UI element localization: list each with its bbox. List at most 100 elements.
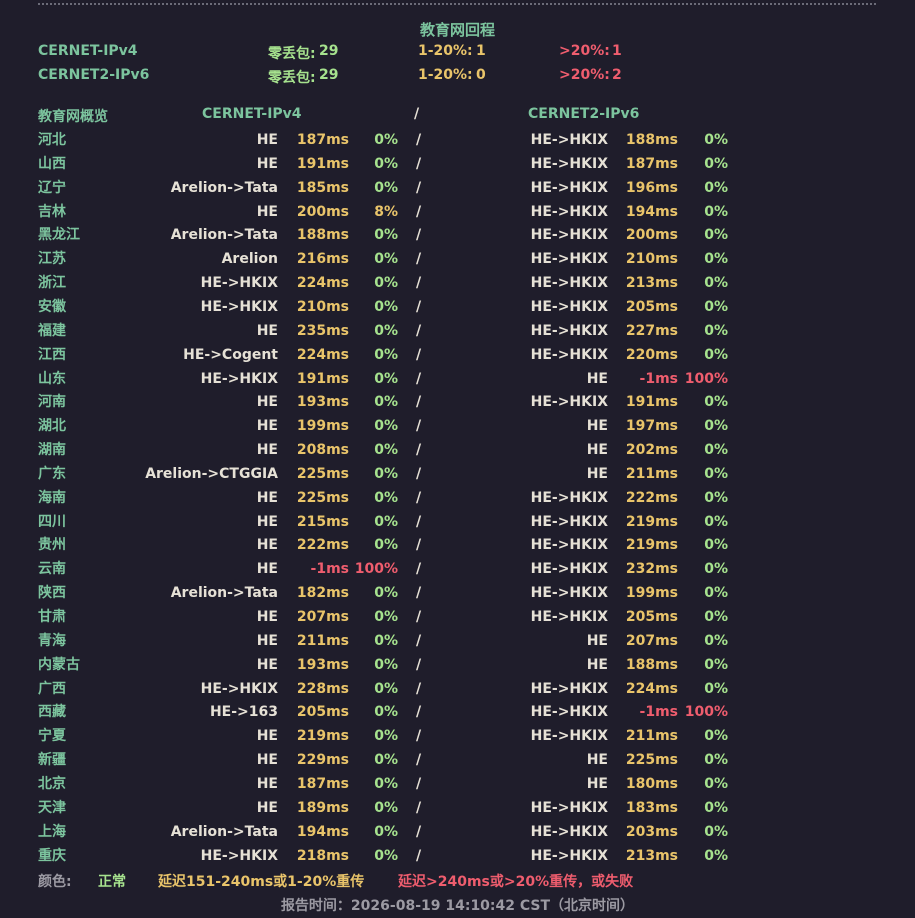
ipv6-latency: 232ms [625,561,678,578]
province-name: 陕西 [38,585,66,602]
row-separator: / [416,442,422,459]
ipv6-route: HE->HKIX [530,680,608,697]
table-header: 教育网概览 CERNET-IPv4 / CERNET2-IPv6 [0,106,915,126]
ipv6-latency: 187ms [625,155,678,172]
ipv6-latency: 225ms [625,752,678,769]
ipv6-loss: 0% [704,251,728,268]
ipv4-loss: 0% [374,513,398,530]
province-name: 辽宁 [38,179,66,196]
province-name: 河北 [38,132,66,148]
table-row: 陕西 Arelion->Tata 182ms 0% / HE->HKIX 199ms 0% [0,582,915,604]
ipv6-latency: 222ms [625,489,678,506]
table-row: 青海 HE 211ms 0% / HE 207ms 0% [0,630,915,652]
summary-name: CERNET-IPv4 [38,43,138,59]
table-row: 重庆 HE->HKIX 218ms 0% / HE->HKIX 213ms 0% [0,845,915,867]
province-name: 山西 [38,155,66,172]
ipv4-latency: -1ms [310,561,349,578]
province-name: 宁夏 [38,728,66,745]
ipv4-route: HE [256,775,278,792]
ipv6-loss: 0% [704,275,728,292]
ipv6-route: HE->HKIX [530,298,608,315]
table-row: 海南 HE 225ms 0% / HE->HKIX 222ms 0% [0,487,915,509]
ipv4-latency: 225ms [296,465,349,482]
ipv6-loss: 0% [704,418,728,435]
table-row: 黑龙江 Arelion->Tata 188ms 0% / HE->HKIX 200ms 0% [0,224,915,246]
ipv6-latency: 202ms [625,442,678,459]
ipv6-loss: 0% [704,680,728,697]
province-name: 云南 [38,561,66,578]
province-name: 黑龙江 [38,227,80,244]
row-separator: / [416,275,422,292]
ipv4-route: HE [256,203,278,220]
ipv6-latency: 211ms [625,465,678,482]
row-separator: / [416,346,422,363]
table-row: 湖南 HE 208ms 0% / HE 202ms 0% [0,439,915,461]
province-name: 福建 [38,322,66,339]
table-row: 安徽 HE->HKIX 210ms 0% / HE->HKIX 205ms 0% [0,296,915,318]
ipv4-route: Arelion->Tata [170,823,278,840]
ipv6-latency: 220ms [625,346,678,363]
ipv4-route: HE [256,442,278,459]
row-separator: / [416,752,422,769]
ipv6-loss: 0% [704,561,728,578]
ipv4-loss: 0% [374,847,398,864]
ipv6-route: HE->HKIX [530,251,608,268]
province-name: 安徽 [38,298,66,315]
ipv4-latency: 200ms [296,203,349,220]
ipv4-loss: 0% [374,370,398,387]
ipv4-latency: 224ms [296,275,349,292]
table-row: 江西 HE->Cogent 224ms 0% / HE->HKIX 220ms 0% [0,344,915,366]
ipv4-loss: 0% [374,322,398,339]
row-separator: / [416,418,422,435]
ipv6-route: HE->HKIX [530,728,608,745]
province-name: 吉林 [38,203,66,220]
ipv4-route: HE [256,132,278,148]
ipv6-route: HE->HKIX [530,561,608,578]
ipv6-loss: 0% [704,632,728,649]
header-ipv4: CERNET-IPv4 [202,106,302,122]
ipv4-loss: 0% [374,442,398,459]
ipv4-loss: 0% [374,823,398,840]
ipv4-route: HE [256,609,278,625]
ipv4-route: HE->HKIX [200,298,278,315]
ipv6-route: HE [586,370,608,387]
ipv4-latency: 218ms [296,847,349,864]
table-row: 内蒙古 HE 193ms 0% / HE 188ms 0% [0,654,915,676]
table-row: 广东 Arelion->CTGGIA 225ms 0% / HE 211ms 0% [0,463,915,485]
row-separator: / [416,585,422,602]
table-row: 上海 Arelion->Tata 194ms 0% / HE->HKIX 203ms 0% [0,821,915,843]
province-name: 四川 [38,513,66,530]
table-row: 甘肃 HE 207ms 0% / HE->HKIX 205ms 0% [0,606,915,628]
row-separator: / [416,680,422,697]
ipv4-route: HE [256,799,278,816]
row-separator: / [416,370,422,387]
ipv6-route: HE->HKIX [530,847,608,864]
summary-mid-value: 1 [476,43,486,59]
ipv4-loss: 0% [374,155,398,172]
row-separator: / [416,823,422,840]
ipv4-latency: 215ms [296,513,349,530]
ipv6-loss: 0% [704,132,728,148]
ipv6-route: HE [586,465,608,482]
province-name: 上海 [38,823,66,840]
province-name: 贵州 [38,537,66,554]
ipv6-route: HE->HKIX [530,179,608,196]
ipv6-route: HE->HKIX [530,489,608,506]
ipv6-route: HE->HKIX [530,346,608,363]
ipv6-latency: 200ms [625,227,678,244]
row-separator: / [416,775,422,792]
ipv6-loss: 0% [704,775,728,792]
province-name: 江西 [38,346,66,363]
summary-mid-value: 0 [476,67,486,83]
ipv6-loss: 0% [704,394,728,411]
table-row: 浙江 HE->HKIX 224ms 0% / HE->HKIX 213ms 0% [0,272,915,294]
ipv4-latency: 222ms [296,537,349,554]
ipv4-latency: 207ms [296,609,349,625]
ipv4-route: HE [256,394,278,411]
ipv6-latency: 188ms [625,656,678,673]
legend-normal: 正常 [98,874,126,890]
ipv4-route: HE [256,537,278,554]
ipv4-route: Arelion [221,251,278,268]
legend-label: 颜色: [38,874,72,890]
legend-warn: 延迟151-240ms或1-20%重传 [158,874,365,890]
